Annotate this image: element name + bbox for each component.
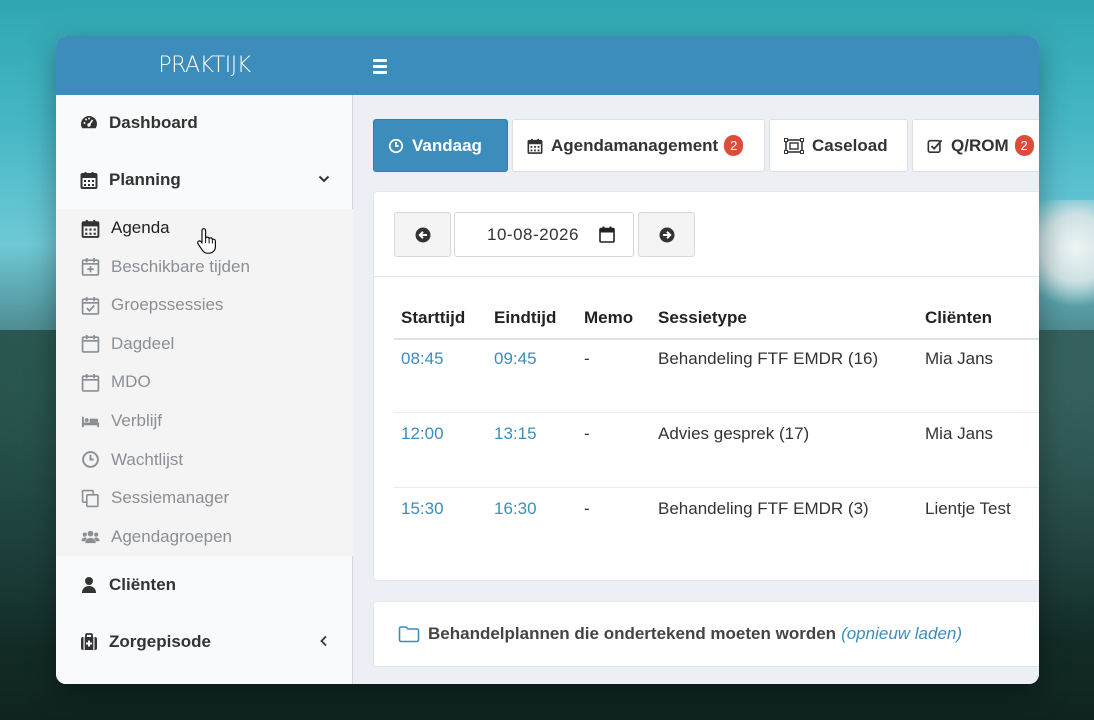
column-header-memo: Memo [584, 308, 634, 327]
users-icon [81, 527, 100, 546]
tab-caseload[interactable]: Caseload [769, 119, 908, 172]
medkit-icon [80, 633, 98, 651]
sidebar-item-label: Cliënten [109, 575, 177, 594]
start-time-link[interactable]: 08:45 [401, 349, 444, 369]
copy-icon [81, 489, 100, 508]
folder-icon [398, 626, 420, 643]
memo-cell: - [584, 499, 590, 518]
session-type-cell: Behandeling FTF EMDR (16) [658, 349, 879, 368]
sidebar-item-clienten[interactable]: Cliënten [56, 557, 353, 613]
sidebar-item-label: Planning [109, 170, 181, 189]
calendar-outline-icon [81, 373, 100, 392]
column-header-clienten: Cliënten [925, 308, 993, 327]
calendar-outline-icon [81, 334, 100, 354]
notification-badge: 2 [724, 135, 744, 156]
sidebar-item-verblijf[interactable]: Verblijf [56, 402, 353, 440]
notification-badge: 2 [1014, 135, 1034, 156]
sidebar-item-zorgepisode[interactable]: Zorgepisode [56, 614, 353, 670]
sidebar-item-dashboard[interactable]: Dashboard [56, 95, 353, 151]
sidebar-item-label: Dashboard [109, 113, 198, 132]
row-divider [394, 487, 1039, 488]
bed-icon [81, 412, 100, 431]
dashboard-gauge-icon [80, 114, 98, 132]
background-cloud [1034, 200, 1094, 320]
calendar-icon [81, 219, 100, 238]
tab-vandaag[interactable]: Vandaag [373, 119, 508, 172]
sidebar-item-groepssessies[interactable]: Groepssessies [56, 286, 353, 324]
sidebar-item-label: Beschikbare tijden [111, 256, 250, 276]
sidebar-item-label: Wachtlijst [111, 449, 184, 469]
sidebar-item-label: Agendagroepen [111, 526, 233, 546]
sidebar-item-label: Dagdeel [111, 333, 175, 353]
column-header-sessietype: Sessietype [658, 308, 747, 327]
main-content: Vandaag Agendamanagement 2 Caseload Q/RO… [353, 95, 1039, 684]
calendar-picker-icon[interactable] [599, 226, 615, 248]
calendar-icon [527, 138, 543, 154]
hamburger-menu-icon[interactable] [368, 54, 392, 78]
column-header-starttijd: Starttijd [401, 308, 466, 327]
memo-cell: - [584, 424, 590, 443]
session-type-cell: Behandeling FTF EMDR (3) [658, 499, 869, 518]
panel-divider [374, 276, 1039, 277]
client-cell: Mia Jans [925, 424, 994, 443]
reload-link[interactable]: (opnieuw laden) [841, 624, 962, 644]
sidebar-item-sessiemanager[interactable]: Sessiemanager [56, 479, 353, 517]
memo-cell: - [584, 349, 590, 368]
chevron-left-icon [317, 633, 331, 647]
calendar-icon [80, 171, 98, 189]
agenda-panel: 10-08-2026 Starttijd Eindtijd Memo Sessi… [373, 191, 1039, 581]
column-header-eindtijd: Eindtijd [494, 308, 557, 327]
sidebar-item-label: Sessiemanager [111, 488, 230, 508]
session-type-cell: Advies gesprek (17) [658, 424, 810, 443]
table-header-divider [394, 338, 1039, 340]
end-time-link[interactable]: 09:45 [494, 349, 537, 369]
panel-title: Behandelplannen die ondertekend moeten w… [428, 624, 837, 643]
sidebar-item-agendagroepen[interactable]: Agendagroepen [56, 518, 353, 556]
chevron-down-icon [317, 171, 331, 185]
caseload-icon [784, 137, 804, 154]
sidebar-item-wachtlijst[interactable]: Wachtlijst [56, 441, 353, 479]
tab-label: Agendamanagement [551, 135, 719, 155]
hand-pointer-cursor-icon [197, 228, 216, 254]
sidebar-item-dagdeel[interactable]: Dagdeel [56, 325, 353, 363]
sidebar-item-label: Zorgepisode [109, 632, 212, 651]
start-time-link[interactable]: 12:00 [401, 424, 444, 444]
sidebar-item-planning[interactable]: Planning [56, 152, 353, 208]
calendar-plus-icon [81, 257, 100, 276]
date-value: 10-08-2026 [487, 224, 579, 244]
previous-day-button[interactable] [394, 212, 451, 257]
check-square-icon [927, 138, 943, 154]
end-time-link[interactable]: 13:15 [494, 424, 537, 444]
sidebar-item-label: MDO [111, 372, 151, 392]
next-day-button[interactable] [638, 212, 695, 257]
row-divider [394, 412, 1039, 413]
calendar-check-icon [81, 296, 100, 315]
app-logo[interactable]: PRAKTIJK [56, 36, 353, 95]
tab-agendamanagement[interactable]: Agendamanagement 2 [512, 119, 765, 172]
planning-submenu: Agenda Beschikbare tijden Groepssessies … [56, 209, 353, 556]
sidebar-item-label: Verblijf [111, 411, 163, 430]
app-window: PRAKTIJK Dashboard Planning Agenda Besch… [56, 36, 1039, 684]
tab-label: Q/ROM [951, 135, 1009, 155]
sidebar-item-mdo[interactable]: MDO [56, 363, 353, 401]
user-icon [80, 576, 98, 594]
client-cell: Lientje Test [925, 499, 1011, 518]
sidebar-item-label: Agenda [111, 218, 170, 237]
arrow-right-circle-icon [659, 227, 674, 242]
sidebar: Dashboard Planning Agenda Beschikbare ti… [56, 95, 353, 684]
end-time-link[interactable]: 16:30 [494, 499, 537, 519]
tab-qrom[interactable]: Q/ROM 2 [912, 119, 1039, 172]
sidebar-item-label: Groepssessies [111, 295, 224, 315]
treatment-plans-panel: Behandelplannen die ondertekend moeten w… [373, 601, 1039, 667]
top-navbar: PRAKTIJK [56, 36, 1039, 95]
clock-icon [81, 450, 100, 469]
tab-label: Caseload [812, 135, 888, 155]
arrow-left-circle-icon [415, 227, 430, 242]
tab-label: Vandaag [412, 135, 482, 155]
clock-icon [388, 138, 404, 154]
date-input[interactable]: 10-08-2026 [454, 212, 634, 257]
client-cell: Mia Jans [925, 349, 994, 368]
start-time-link[interactable]: 15:30 [401, 499, 444, 519]
